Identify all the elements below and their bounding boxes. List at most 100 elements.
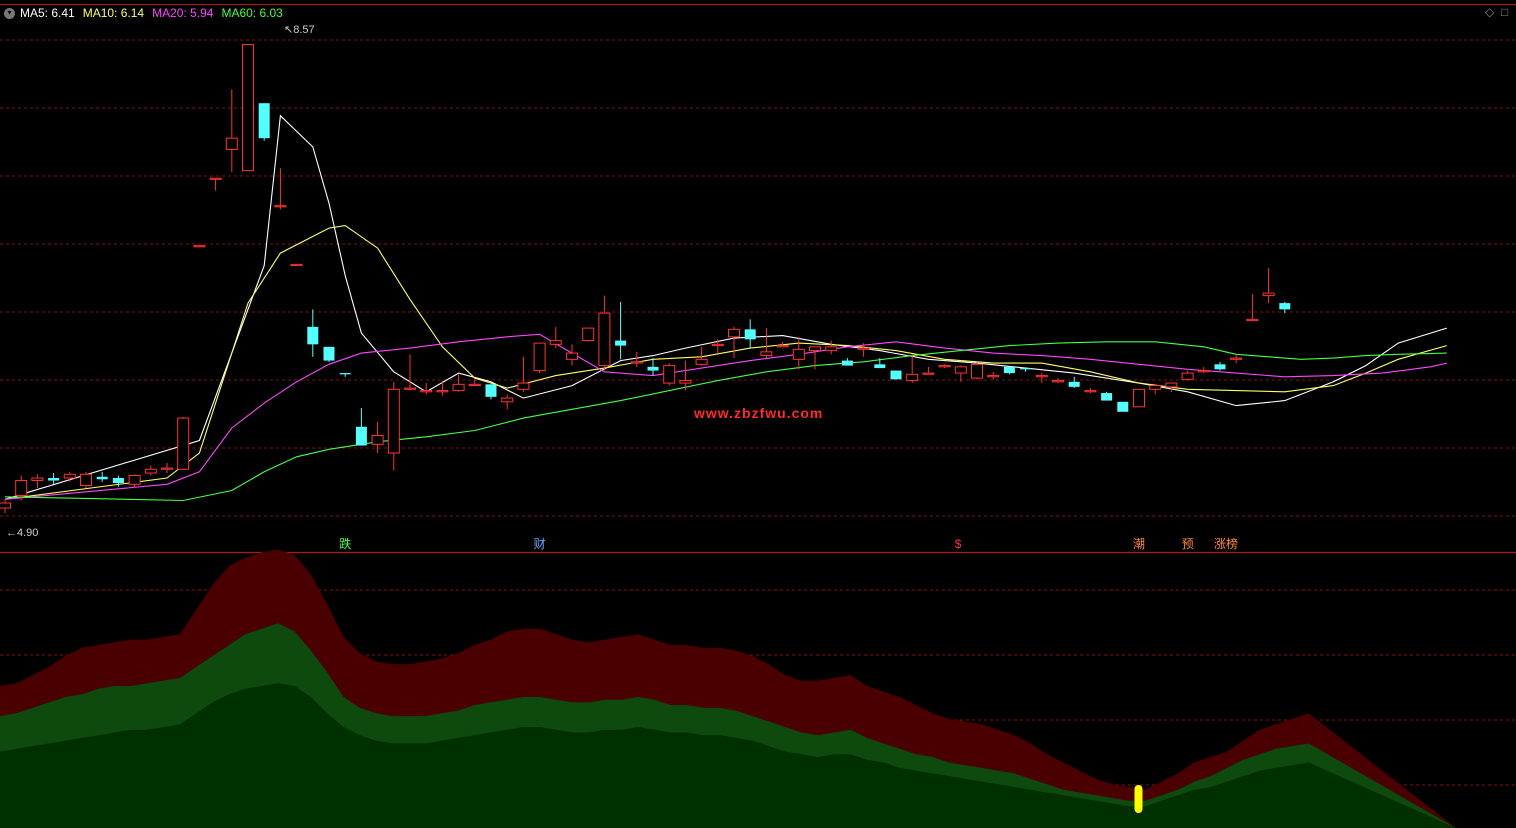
candle[interactable] [792, 336, 805, 370]
candle[interactable] [485, 384, 497, 400]
candle-body [1149, 385, 1162, 390]
candle-body [225, 137, 238, 150]
candle[interactable] [711, 339, 724, 354]
candle[interactable] [663, 363, 676, 386]
oscillator-marker [1134, 785, 1143, 813]
event-marker[interactable]: $ [955, 537, 962, 551]
candle[interactable] [1035, 373, 1048, 384]
candle[interactable] [728, 326, 740, 359]
candle-body [598, 312, 611, 367]
candle[interactable] [1230, 354, 1243, 364]
square-icon[interactable]: □ [1501, 6, 1508, 18]
candle[interactable] [63, 471, 76, 482]
candle[interactable] [1279, 301, 1291, 314]
candle-body [760, 351, 773, 357]
candle[interactable] [598, 295, 611, 371]
candle[interactable] [549, 326, 562, 349]
candle-body [825, 346, 838, 352]
diamond-icon[interactable]: ◇ [1485, 6, 1494, 18]
candle-body [323, 346, 335, 361]
candle[interactable] [1020, 368, 1032, 372]
candle-body [954, 366, 967, 374]
candle[interactable] [501, 394, 514, 410]
candle[interactable] [1214, 361, 1226, 371]
candle-body [809, 346, 821, 352]
candle[interactable] [80, 471, 92, 489]
candle[interactable] [242, 43, 254, 172]
candle[interactable] [841, 358, 853, 366]
candle-body [274, 205, 287, 208]
candle-body [112, 478, 124, 484]
candle[interactable] [630, 351, 643, 367]
candle[interactable] [922, 366, 935, 375]
candle[interactable] [1003, 366, 1015, 375]
candle-body [1165, 382, 1178, 388]
candle[interactable] [258, 103, 270, 141]
candle[interactable] [209, 177, 222, 191]
candle[interactable] [987, 371, 1000, 380]
candle[interactable] [1068, 376, 1080, 389]
candle[interactable] [938, 364, 951, 369]
candle[interactable] [420, 383, 433, 395]
candle[interactable] [355, 408, 367, 446]
candle[interactable] [1181, 370, 1194, 381]
candle[interactable] [906, 354, 919, 384]
candle[interactable] [307, 309, 319, 357]
candle[interactable] [566, 344, 578, 366]
event-marker[interactable]: 跌 [339, 537, 351, 551]
event-marker[interactable]: 潮 [1133, 537, 1145, 551]
candle[interactable] [582, 327, 595, 342]
candle[interactable] [339, 373, 351, 377]
candle[interactable] [177, 416, 190, 470]
candle[interactable] [1084, 388, 1097, 394]
candle-body [15, 480, 28, 497]
candle[interactable] [404, 354, 416, 391]
candle[interactable] [954, 365, 967, 382]
candle-body [339, 373, 351, 375]
candle[interactable] [971, 361, 983, 380]
candle[interactable] [1262, 268, 1275, 304]
event-marker[interactable]: 财 [534, 537, 546, 551]
candle[interactable] [1246, 294, 1259, 322]
candle[interactable] [323, 346, 335, 362]
candle[interactable] [436, 380, 449, 396]
candle[interactable] [890, 370, 902, 380]
candle[interactable] [128, 474, 141, 487]
candle-body [1133, 388, 1145, 408]
candle[interactable] [760, 328, 773, 359]
candle-body [711, 343, 724, 347]
candle-body [874, 364, 886, 369]
candle[interactable] [161, 463, 173, 474]
candle-body [1279, 303, 1291, 310]
event-marker[interactable]: 涨榜 [1214, 537, 1238, 551]
event-marker[interactable]: 预 [1182, 537, 1194, 551]
candle[interactable] [225, 89, 238, 172]
candle[interactable] [387, 381, 400, 471]
candle-body [1101, 393, 1113, 401]
candle[interactable] [533, 342, 546, 374]
candle[interactable] [517, 356, 530, 392]
candle[interactable] [647, 358, 659, 376]
candle-body [501, 397, 514, 403]
candle[interactable] [0, 499, 11, 514]
candle[interactable] [1052, 378, 1064, 384]
candle[interactable] [274, 168, 287, 210]
candle[interactable] [1101, 391, 1113, 401]
candle[interactable] [744, 319, 756, 349]
candle[interactable] [290, 263, 303, 267]
candle[interactable] [615, 301, 627, 360]
candle[interactable] [1117, 401, 1129, 412]
candle[interactable] [825, 340, 838, 355]
collapse-icon[interactable]: ▾ [4, 7, 15, 19]
candle[interactable] [193, 245, 206, 248]
candle-body [1084, 390, 1097, 393]
candle[interactable] [1149, 385, 1162, 395]
candle[interactable] [452, 374, 465, 392]
candle-body [177, 417, 190, 470]
candle[interactable] [96, 471, 108, 482]
candle[interactable] [48, 473, 60, 485]
candle[interactable] [144, 465, 157, 476]
candle[interactable] [31, 474, 44, 489]
stock-chart-window: ▾ MA5: 6.41 MA10: 6.14 MA20: 5.94 MA60: … [0, 0, 1516, 828]
candle[interactable] [1133, 388, 1145, 408]
